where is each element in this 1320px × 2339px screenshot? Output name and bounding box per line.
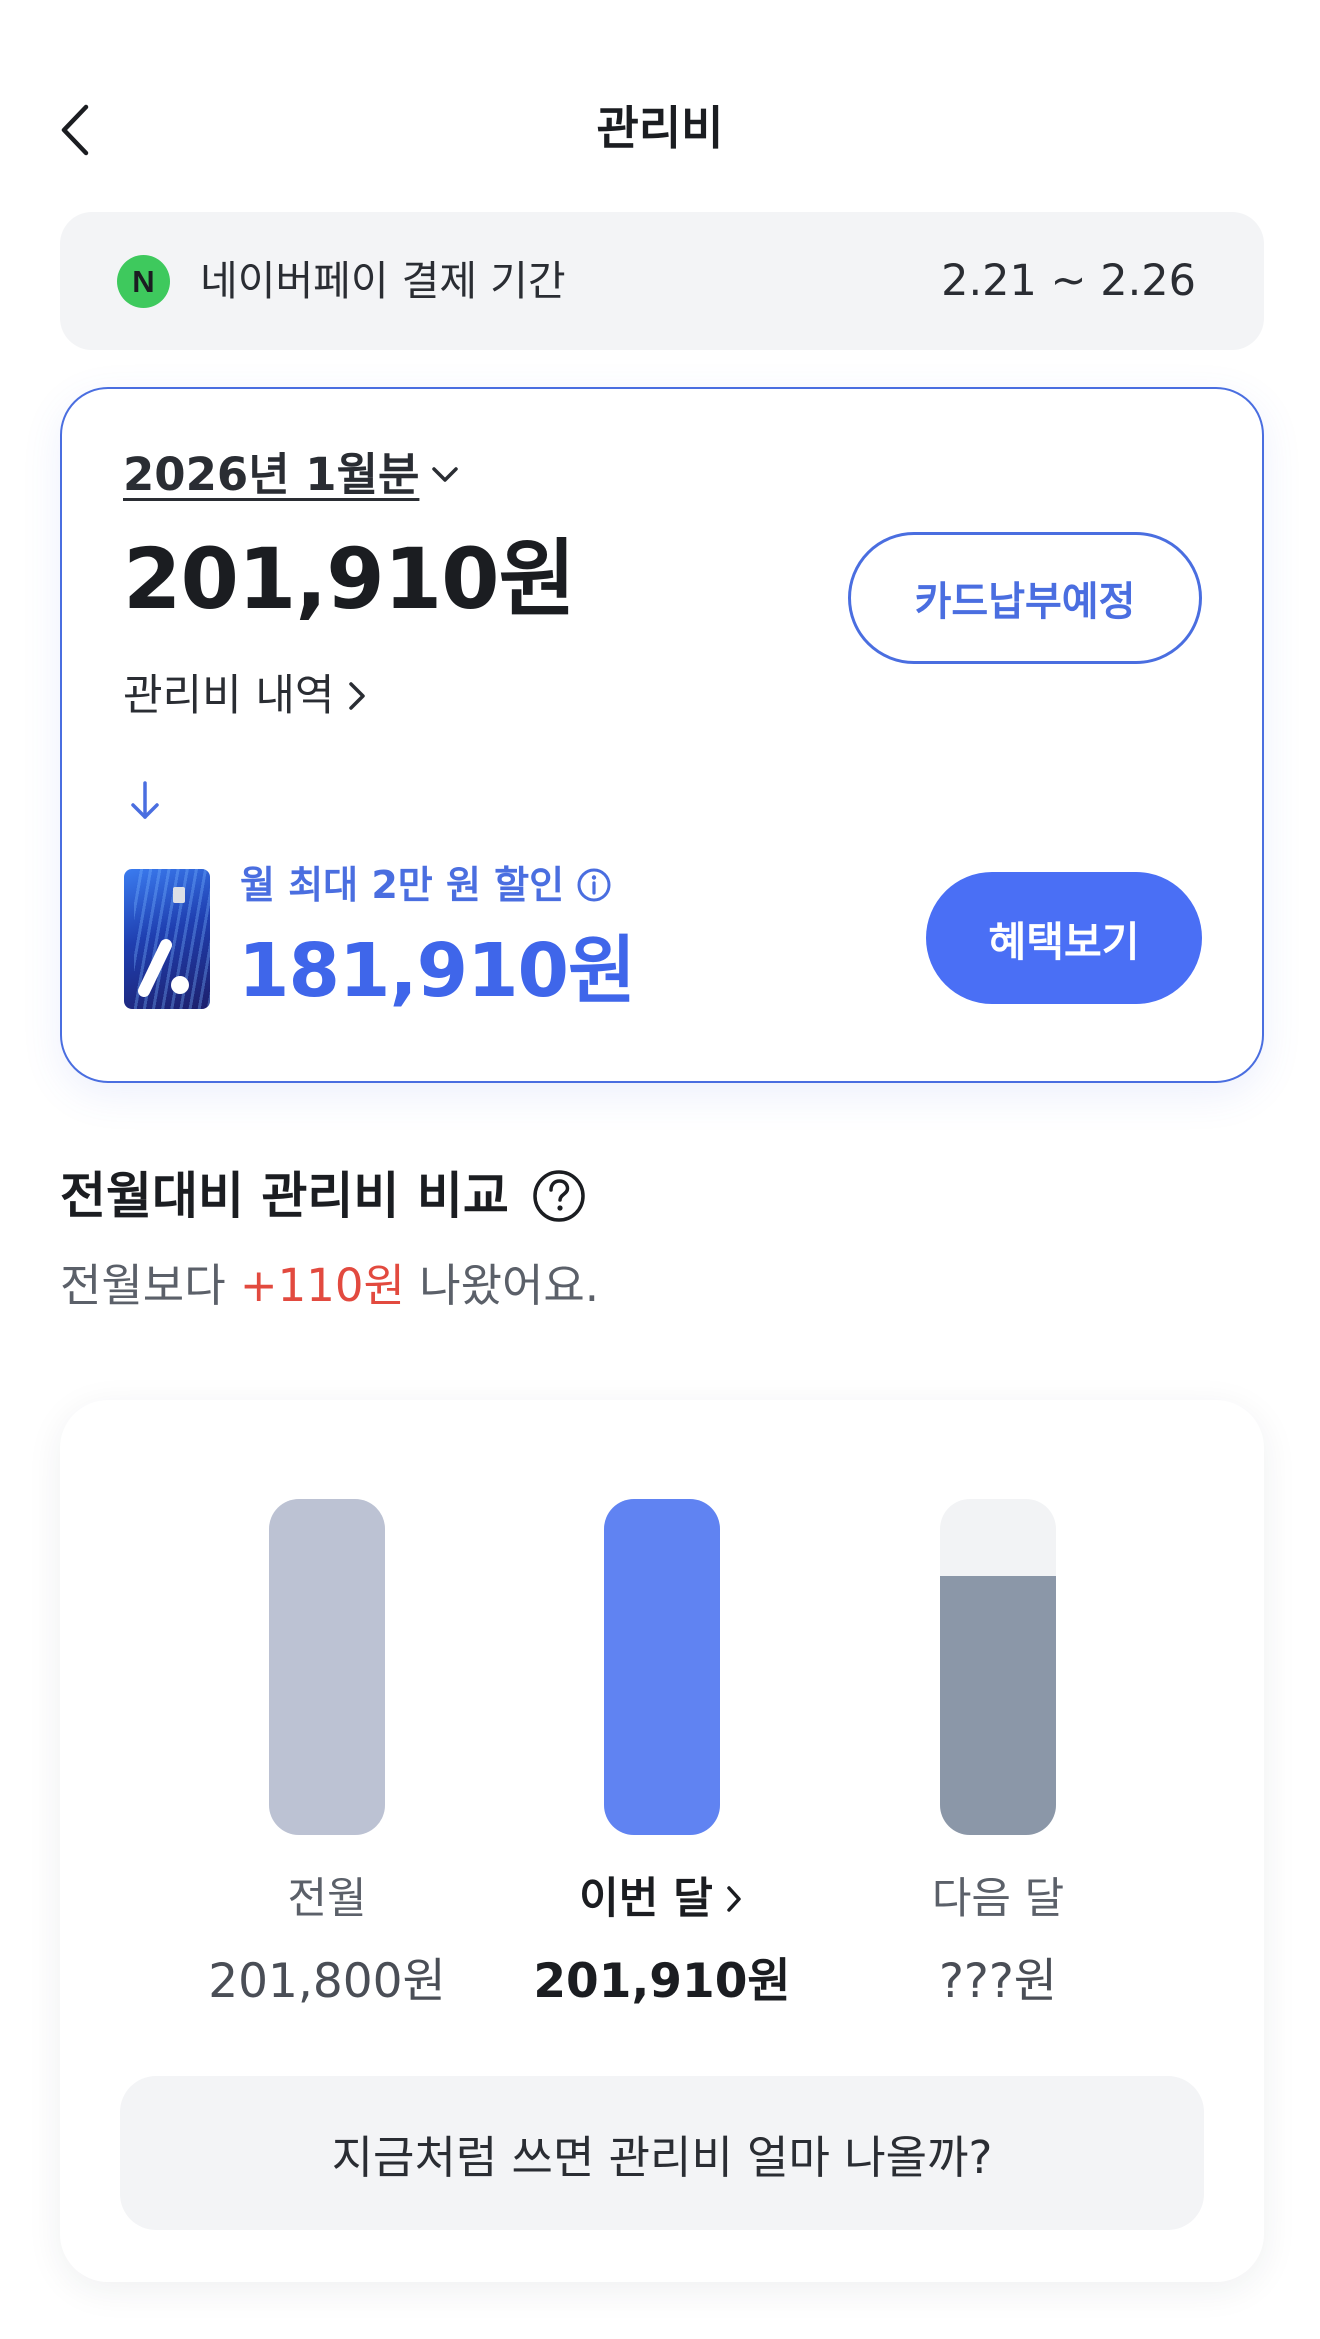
compare-subtitle-prefix: 전월보다 <box>60 1259 240 1312</box>
previous-month-bar-track <box>269 1499 385 1835</box>
compare-title: 전월대비 관리비 비교 <box>60 1167 509 1225</box>
chevron-right-icon <box>727 1886 741 1912</box>
arrow-down-icon <box>131 781 159 819</box>
next-month-label: 다음 달 <box>931 1874 1065 1924</box>
forecast-button-label: 지금처럼 쓰면 관리비 얼마 나올까? <box>331 2130 993 2184</box>
fee-detail-label: 관리비 내역 <box>123 671 335 721</box>
compare-difference: +110원 <box>239 1259 405 1312</box>
naver-pay-logo: N <box>117 255 170 308</box>
credit-card-image <box>124 869 210 1009</box>
chevron-down-icon <box>432 467 459 482</box>
month-selector[interactable]: 2026년 1월분 <box>123 445 463 505</box>
compare-subtitle-suffix: 나왔어요. <box>404 1259 600 1312</box>
discount-label-text: 월 최대 2만 원 할인 <box>240 863 565 907</box>
current-month-bar <box>604 1499 720 1835</box>
fee-detail-link[interactable]: 관리비 내역 <box>123 667 370 725</box>
info-icon[interactable] <box>576 867 612 903</box>
next-month-bar <box>940 1576 1056 1835</box>
naver-pay-logo-letter: N <box>132 264 155 299</box>
payment-period-label: 네이버페이 결제 기간 <box>200 257 566 305</box>
chevron-right-icon <box>349 682 366 710</box>
fee-amount: 201,910원 <box>123 530 576 628</box>
compare-header: 전월대비 관리비 비교 <box>60 1163 587 1229</box>
help-icon[interactable] <box>531 1168 587 1224</box>
forecast-button[interactable]: 지금처럼 쓰면 관리비 얼마 나올까? <box>120 2076 1204 2230</box>
card-payment-scheduled-button[interactable]: 카드납부예정 <box>848 532 1202 664</box>
current-month-value: 201,910원 <box>533 1954 791 2009</box>
previous-month-label: 전월 <box>287 1874 367 1924</box>
fee-summary-card: 2026년 1월분 201,910원 관리비 내역 카드납부예정 월 최대 2만… <box>60 387 1264 1083</box>
view-benefits-label: 혜택보기 <box>988 918 1140 966</box>
discount-label: 월 최대 2만 원 할인 <box>240 859 612 911</box>
next-month-value: ???원 <box>938 1954 1058 2009</box>
previous-month-value: 201,800원 <box>208 1954 446 2009</box>
view-benefits-button[interactable]: 혜택보기 <box>926 872 1202 1004</box>
compare-chart-card: 전월 201,800원 이번 달 201,910원 다음 달 ???원 지금처럼… <box>60 1400 1264 2282</box>
page-title: 관리비 <box>596 101 724 155</box>
payment-period-banner: N 네이버페이 결제 기간 2.21 ~ 2.26 <box>60 212 1264 350</box>
previous-month-bar <box>269 1499 385 1835</box>
compare-subtitle: 전월보다 +110원 나왔어요. <box>60 1256 599 1316</box>
month-selector-label: 2026년 1월분 <box>123 448 420 501</box>
current-month-bar-track <box>604 1499 720 1835</box>
card-payment-scheduled-label: 카드납부예정 <box>914 579 1136 625</box>
current-month-label-row[interactable]: 이번 달 <box>512 1870 812 1928</box>
current-month-label: 이번 달 <box>579 1874 713 1924</box>
discounted-amount: 181,910원 <box>238 928 636 1014</box>
payment-period-range: 2.21 ~ 2.26 <box>941 256 1196 306</box>
next-month-bar-track <box>940 1499 1056 1835</box>
